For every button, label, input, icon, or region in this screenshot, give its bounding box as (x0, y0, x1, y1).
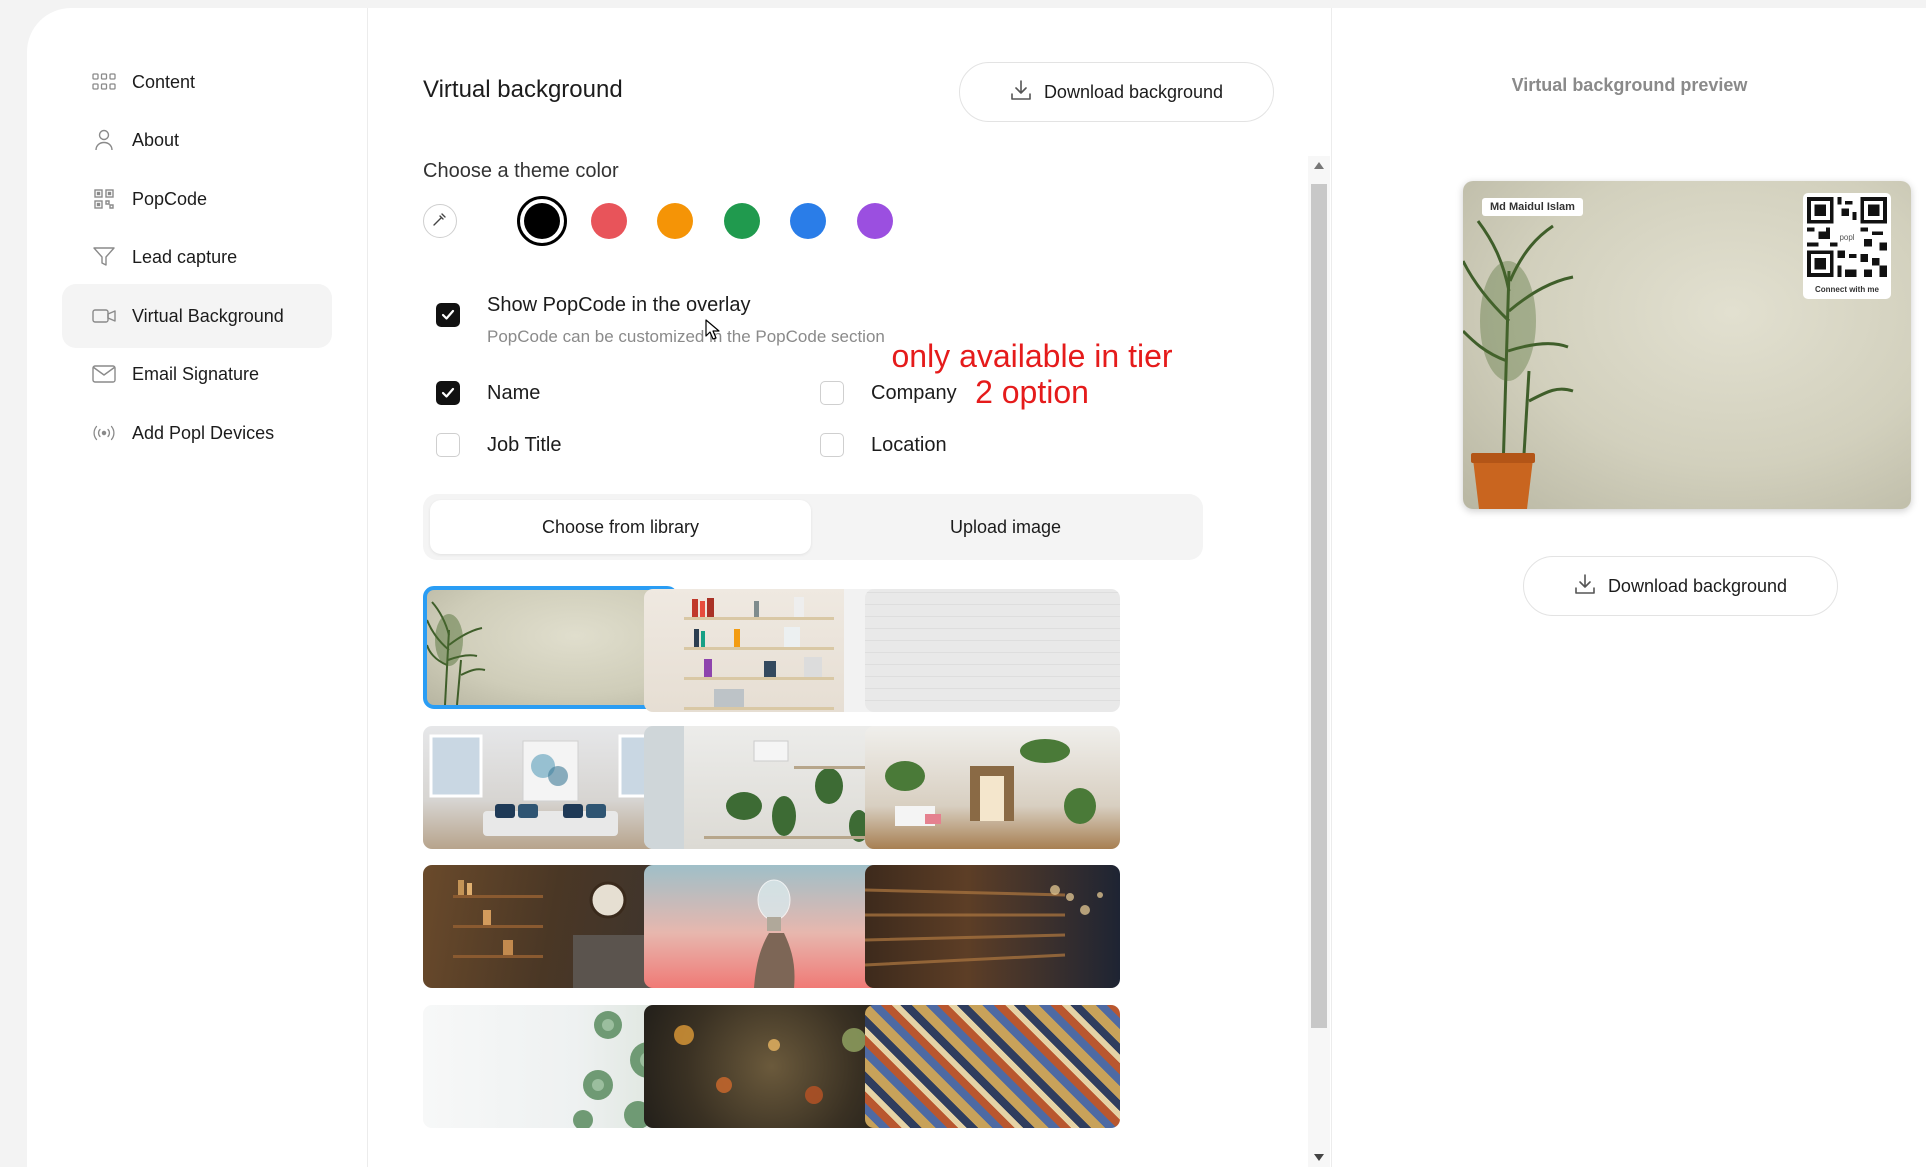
background-thumbnail-succulents[interactable] (423, 1005, 678, 1128)
mouse-cursor-icon (705, 319, 721, 346)
name-label: Name (487, 382, 541, 404)
scrollbar-thumb[interactable] (1311, 184, 1327, 1028)
preview-title: Virtual background preview (1511, 75, 1748, 95)
scroll-down-arrow-icon[interactable] (1314, 1154, 1324, 1161)
color-swatch-orange[interactable] (657, 203, 693, 239)
color-swatch-red[interactable] (591, 203, 627, 239)
color-swatch-black[interactable] (517, 196, 567, 246)
background-thumbnail-bookshelf-white[interactable] (644, 589, 899, 712)
show-popcode-label: Show PopCode in the overlay (487, 294, 751, 316)
broadcast-icon (90, 419, 118, 447)
preview-panel: Virtual background preview Md Maidul Isl… (1331, 8, 1926, 1167)
sidebar-item-label: Content (132, 71, 196, 92)
job-title-label: Job Title (487, 434, 562, 456)
sidebar-item-about[interactable]: About (62, 108, 332, 172)
background-thumbnail-dark-shelves-clock[interactable] (423, 865, 678, 988)
person-icon (90, 126, 118, 154)
eyedropper-icon (432, 211, 448, 232)
qr-code-icon (90, 185, 118, 213)
location-label: Location (871, 434, 947, 456)
virtual-background-editor: Virtual background Download background C… (368, 8, 1301, 1167)
download-background-label: Download background (1607, 575, 1788, 596)
sidebar-item-label: Email Signature (132, 363, 260, 384)
sidebar-item-add-popl-devices[interactable]: Add Popl Devices (62, 401, 332, 465)
video-camera-icon (90, 302, 118, 330)
sidebar-item-content[interactable]: Content (62, 50, 332, 114)
background-thumbnail-library-aisle[interactable] (865, 865, 1120, 988)
download-background-button-secondary[interactable]: Download background (1523, 556, 1838, 616)
grid-icon (90, 68, 118, 96)
funnel-icon (90, 243, 118, 271)
show-popcode-checkbox[interactable] (436, 303, 460, 327)
qr-code-card: popl Connect with me (1803, 193, 1891, 299)
eyedropper-swatch[interactable] (423, 204, 457, 238)
scroll-up-arrow-icon[interactable] (1314, 162, 1324, 169)
qr-center-logo: popl (1839, 233, 1855, 242)
tab-upload-image[interactable]: Upload image (815, 500, 1196, 554)
page-title: Virtual background (423, 76, 623, 103)
job-title-checkbox[interactable] (436, 433, 460, 457)
image-source-tabs: Choose from library Upload image (423, 494, 1203, 560)
sidebar-item-label: PopCode (132, 188, 208, 209)
sidebar-item-email-signature[interactable]: Email Signature (62, 342, 332, 406)
tab-choose-from-library[interactable]: Choose from library (430, 500, 811, 554)
settings-scroll-area: Choose a theme color Show PopCode in the… (368, 156, 1301, 1167)
color-swatch-blue[interactable] (790, 203, 826, 239)
name-checkbox[interactable] (436, 381, 460, 405)
editor-scrollbar[interactable] (1308, 156, 1330, 1167)
background-thumbnail-white-brick[interactable] (865, 589, 1120, 712)
background-thumbnail-plant-wall[interactable] (423, 586, 678, 709)
download-background-label: Download background (1043, 81, 1224, 102)
background-thumbnail-bright-hall[interactable] (865, 726, 1120, 849)
background-thumbnail-plant-shelves[interactable] (644, 726, 899, 849)
color-swatch-green[interactable] (724, 203, 760, 239)
name-tag: Md Maidul Islam (1482, 198, 1583, 216)
theme-color-label: Choose a theme color (423, 160, 619, 182)
background-thumbnail-puzzle-pieces[interactable] (865, 1005, 1120, 1128)
sidebar-item-label: Add Popl Devices (132, 422, 275, 443)
download-icon (1010, 79, 1032, 106)
background-thumbnail-autumn-leaves[interactable] (644, 1005, 899, 1128)
sidebar-item-popcode[interactable]: PopCode (62, 167, 332, 231)
sidebar-item-virtual-background[interactable]: Virtual Background (62, 284, 332, 348)
company-label: Company (871, 382, 957, 404)
sidebar-item-lead-capture[interactable]: Lead capture (62, 225, 332, 289)
sidebar-item-label: About (132, 129, 180, 150)
download-icon (1574, 573, 1596, 600)
show-popcode-sublabel: PopCode can be customized in the PopCode… (487, 327, 885, 346)
virtual-background-preview: Md Maidul Islam popl Connect with me (1463, 181, 1911, 509)
color-swatch-purple[interactable] (857, 203, 893, 239)
envelope-icon (90, 360, 118, 388)
background-thumbnail-living-room[interactable] (423, 726, 678, 849)
sidebar-item-label: Lead capture (132, 246, 238, 267)
qr-caption: Connect with me (1814, 285, 1879, 294)
tier-annotation-line1: only available in tier (891, 338, 1173, 374)
location-checkbox[interactable] (820, 433, 844, 457)
company-checkbox[interactable] (820, 381, 844, 405)
sidebar: Content About PopCode Lead capture Virtu… (27, 8, 368, 1167)
download-background-button[interactable]: Download background (959, 62, 1274, 122)
main-card: Content About PopCode Lead capture Virtu… (27, 8, 1926, 1167)
background-thumbnail-lightbulb[interactable] (644, 865, 899, 988)
sidebar-item-label: Virtual Background (132, 305, 284, 326)
